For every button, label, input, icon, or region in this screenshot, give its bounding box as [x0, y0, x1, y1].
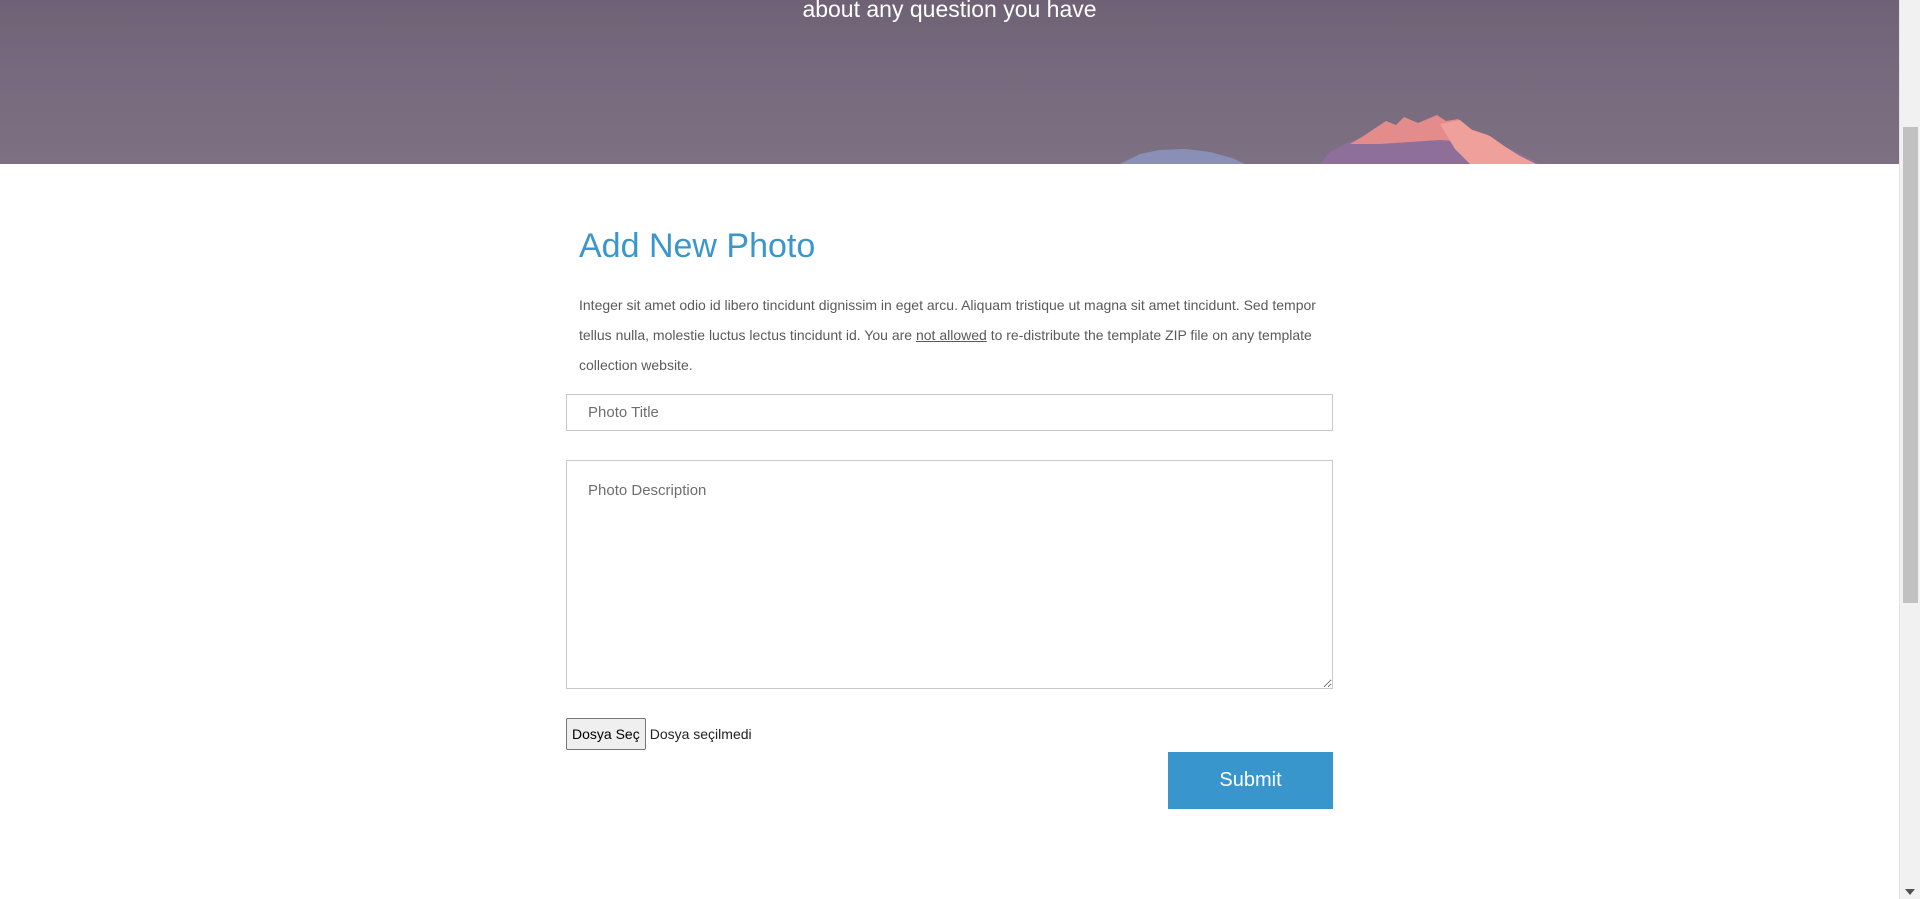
page-scrollbar[interactable]: [1899, 0, 1920, 899]
photo-description-textarea[interactable]: [566, 460, 1333, 689]
file-picker: Dosya Seç Dosya seçilmedi: [566, 718, 752, 750]
submit-button[interactable]: Submit: [1168, 752, 1333, 809]
file-status: Dosya seçilmedi: [649, 726, 752, 742]
not-allowed-text: not allowed: [915, 327, 987, 343]
hero-banner: about any question you have: [0, 0, 1899, 164]
photo-title-input[interactable]: [566, 394, 1333, 431]
form-title: Add New Photo: [579, 227, 816, 265]
hero-subtitle: about any question you have: [802, 0, 1097, 22]
choose-file-button[interactable]: Dosya Seç: [566, 718, 646, 750]
mountain-image: [1120, 115, 1540, 164]
scroll-down-arrow-icon[interactable]: [1905, 889, 1915, 895]
scrollbar-thumb[interactable]: [1903, 127, 1918, 603]
page: about any question you have Add New Phot…: [0, 0, 1920, 899]
form-description: Integer sit amet odio id libero tincidun…: [579, 290, 1329, 380]
